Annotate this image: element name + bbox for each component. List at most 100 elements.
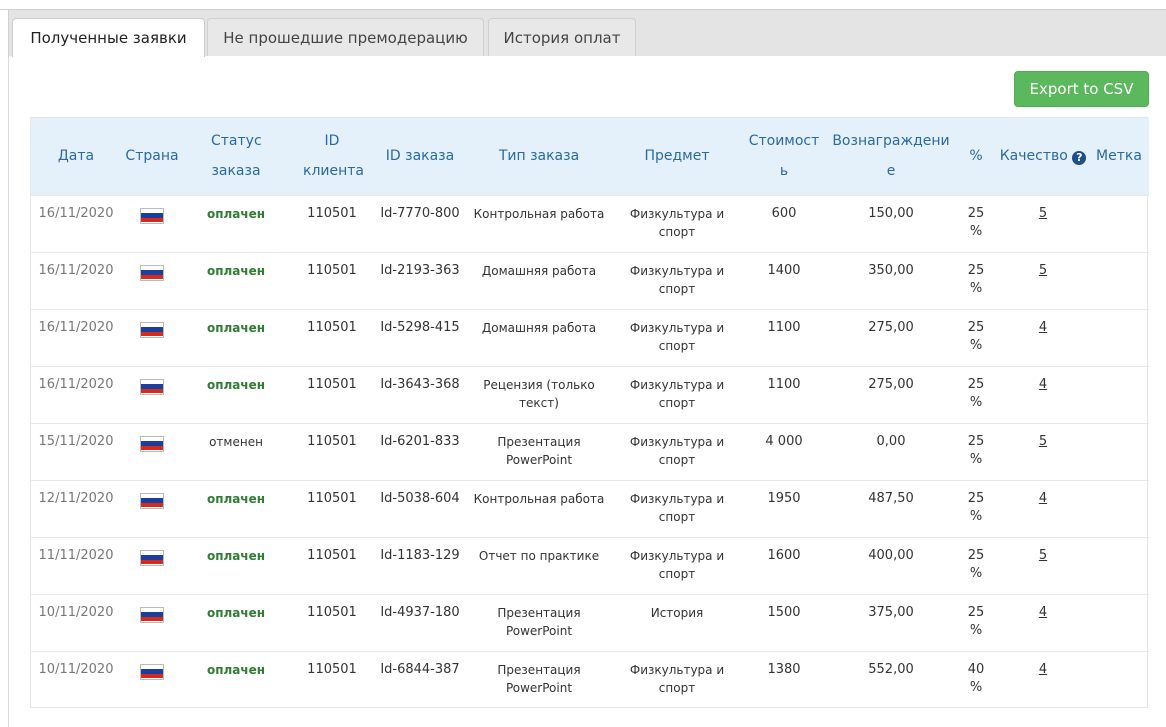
table-row: 15/11/2020 отменен 110501 Id-6201-833 Пр…	[31, 423, 1149, 480]
cell-price: 1950	[767, 490, 801, 506]
cell-order-type: Домашняя работа	[481, 320, 597, 335]
cell-country	[121, 309, 183, 366]
column-header-tag[interactable]: Метка	[1089, 118, 1149, 195]
russia-flag-icon	[140, 492, 164, 509]
cell-order-type: Презентация PowerPoint	[497, 434, 581, 467]
quality-link[interactable]: 4	[1039, 377, 1047, 392]
panel-border	[8, 56, 9, 727]
cell-order-type: Контрольная работа	[473, 491, 605, 506]
cell-price: 1100	[767, 319, 801, 335]
cell-tag	[1089, 309, 1149, 366]
quality-link[interactable]: 4	[1039, 320, 1047, 335]
cell-status: оплачен	[206, 662, 266, 677]
column-header-order-type[interactable]: Тип заказа	[465, 118, 613, 195]
russia-flag-icon	[140, 321, 164, 338]
column-header-client-id[interactable]: ID клиента	[289, 118, 375, 195]
russia-flag-icon	[140, 435, 164, 452]
column-header-subject[interactable]: Предмет	[613, 118, 741, 195]
russia-flag-icon	[140, 264, 164, 281]
tab-failed-premoderation[interactable]: Не прошедшие премодерацию	[207, 18, 484, 56]
quality-link[interactable]: 5	[1039, 434, 1047, 449]
question-circle-icon[interactable]: ?	[1072, 151, 1087, 166]
cell-percent: 25 %	[967, 319, 985, 353]
cell-percent: 25 %	[967, 262, 985, 296]
column-header-order-id[interactable]: ID заказа	[375, 118, 465, 195]
cell-subject: Физкультура и спорт	[629, 263, 725, 296]
cell-date: 16/11/2020	[38, 262, 114, 278]
cell-client-id: 110501	[307, 376, 357, 392]
cell-status: оплачен	[206, 491, 266, 506]
cell-order-id: Id-2193-363	[380, 262, 460, 278]
tab-received-orders[interactable]: Полученные заявки	[12, 18, 205, 57]
cell-reward: 0,00	[876, 433, 906, 449]
cell-percent: 25 %	[967, 604, 985, 638]
cell-client-id: 110501	[307, 604, 357, 620]
cell-tag	[1089, 651, 1149, 708]
cell-status: оплачен	[206, 206, 266, 221]
cell-client-id: 110501	[307, 547, 357, 563]
cell-reward: 275,00	[868, 376, 914, 392]
cell-country	[121, 252, 183, 309]
cell-status: оплачен	[206, 377, 266, 392]
cell-client-id: 110501	[307, 205, 357, 221]
column-header-status[interactable]: Статус заказа	[183, 118, 289, 195]
cell-reward: 487,50	[868, 490, 914, 506]
cell-date: 12/11/2020	[38, 490, 114, 506]
column-header-quality[interactable]: Качество ?	[997, 118, 1089, 195]
cell-tag	[1089, 195, 1149, 252]
column-header-country[interactable]: Страна	[121, 118, 183, 195]
cell-percent: 25 %	[967, 376, 985, 410]
cell-quality: 5	[997, 252, 1089, 309]
cell-date: 16/11/2020	[38, 205, 114, 221]
quality-link[interactable]: 4	[1039, 662, 1047, 677]
cell-order-type: Презентация PowerPoint	[497, 662, 581, 695]
orders-table: Дата Страна Статус заказа ID клиента ID …	[30, 117, 1149, 708]
cell-client-id: 110501	[307, 490, 357, 506]
cell-quality: 4	[997, 366, 1089, 423]
cell-percent: 25 %	[967, 433, 985, 467]
quality-link[interactable]: 4	[1039, 605, 1047, 620]
cell-order-type: Презентация PowerPoint	[497, 605, 581, 638]
cell-date: 10/11/2020	[38, 661, 114, 677]
cell-order-id: Id-4937-180	[380, 604, 460, 620]
cell-country	[121, 366, 183, 423]
cell-price: 1100	[767, 376, 801, 392]
table-row: 10/11/2020 оплачен 110501 Id-4937-180 Пр…	[31, 594, 1149, 651]
quality-link[interactable]: 4	[1039, 491, 1047, 506]
export-csv-button[interactable]: Export to CSV	[1014, 71, 1149, 107]
quality-link[interactable]: 5	[1039, 206, 1047, 221]
cell-tag	[1089, 594, 1149, 651]
orders-panel: Полученные заявки Не прошедшие премодера…	[0, 0, 1166, 727]
russia-flag-icon	[140, 378, 164, 395]
table-row: 16/11/2020 оплачен 110501 Id-7770-800 Ко…	[31, 195, 1149, 252]
cell-country	[121, 423, 183, 480]
cell-price: 1500	[767, 604, 801, 620]
cell-reward: 350,00	[868, 262, 914, 278]
table-row: 12/11/2020 оплачен 110501 Id-5038-604 Ко…	[31, 480, 1149, 537]
cell-subject: Физкультура и спорт	[629, 491, 725, 524]
cell-subject: Физкультура и спорт	[629, 320, 725, 353]
column-header-date[interactable]: Дата	[31, 118, 121, 195]
cell-percent: 25 %	[967, 547, 985, 581]
cell-order-id: Id-7770-800	[380, 205, 460, 221]
cell-order-id: Id-6201-833	[380, 433, 460, 449]
cell-tag	[1089, 423, 1149, 480]
quality-link[interactable]: 5	[1039, 548, 1047, 563]
cell-price: 1600	[767, 547, 801, 563]
cell-order-type: Домашняя работа	[481, 263, 597, 278]
cell-country	[121, 651, 183, 708]
column-header-reward[interactable]: Вознаграждение	[827, 118, 955, 195]
column-header-percent[interactable]: %	[955, 118, 997, 195]
cell-status: отменен	[209, 434, 263, 449]
cell-order-type: Рецензия (только текст)	[483, 377, 595, 410]
cell-quality: 5	[997, 195, 1089, 252]
column-header-price[interactable]: Стоимость	[741, 118, 827, 195]
cell-quality: 5	[997, 423, 1089, 480]
tab-payment-history[interactable]: История оплат	[488, 18, 636, 56]
cell-percent: 25 %	[967, 490, 985, 524]
table-header: Дата Страна Статус заказа ID клиента ID …	[31, 118, 1149, 195]
cell-subject: Физкультура и спорт	[629, 434, 725, 467]
cell-tag	[1089, 366, 1149, 423]
cell-status: оплачен	[206, 263, 266, 278]
quality-link[interactable]: 5	[1039, 263, 1047, 278]
